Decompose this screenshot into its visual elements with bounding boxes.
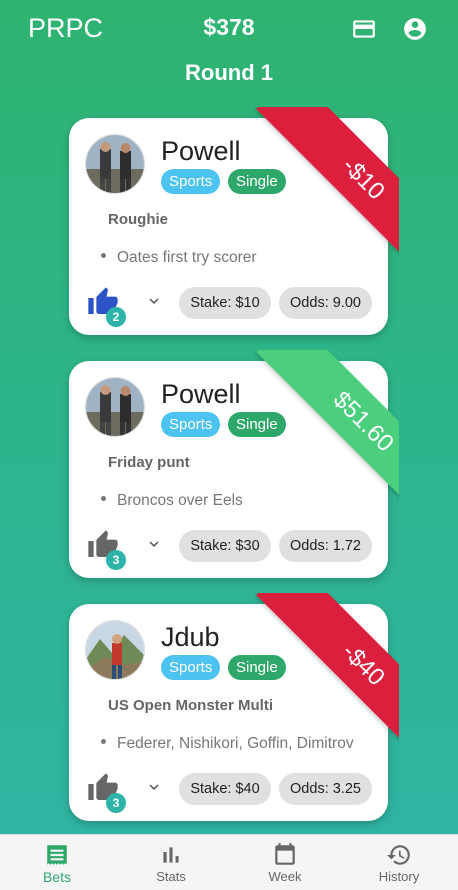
receipt-icon — [47, 845, 67, 865]
bet-card[interactable]: $51.60 Powell Sports Single Friday punt … — [69, 350, 399, 578]
credit-card-icon[interactable] — [351, 16, 377, 42]
stake-pill: Stake: $10 — [179, 287, 271, 319]
bet-title: Roughie — [108, 211, 168, 228]
chevron-down-icon[interactable] — [145, 535, 163, 553]
nav-label: Bets — [42, 869, 71, 885]
avatar — [85, 134, 145, 194]
player-name: Jdub — [161, 622, 220, 652]
chevron-down-icon[interactable] — [145, 778, 163, 796]
result-amount: -$10 — [256, 107, 399, 268]
bet-card[interactable]: -$40 Jdub Sports Single US Open Monster … — [69, 593, 399, 821]
category-chip: Sports — [161, 412, 221, 437]
result-ribbon: -$40 — [238, 593, 399, 754]
result-ribbon: $51.60 — [238, 350, 399, 511]
history-icon — [387, 845, 410, 865]
bet-title: Friday punt — [108, 454, 190, 471]
avatar — [85, 377, 145, 437]
bar-chart-icon — [163, 847, 179, 863]
odds-pill: Odds: 9.00 — [279, 287, 372, 319]
calendar-icon — [275, 843, 295, 865]
round-title: Round 1 — [185, 60, 273, 85]
category-chip: Sports — [161, 655, 221, 680]
nav-item-history[interactable]: History — [342, 835, 456, 890]
balance: $378 — [203, 14, 255, 40]
bet-selection: Broncos over Eels — [101, 492, 243, 510]
bet-selection-text: Broncos over Eels — [117, 492, 243, 509]
result-amount: -$40 — [256, 593, 399, 754]
result-ribbon: -$10 — [238, 107, 399, 268]
account-circle-icon[interactable] — [402, 16, 428, 42]
stake-pill: Stake: $40 — [179, 773, 271, 805]
bet-card[interactable]: -$10 Powell Sports Single Roughie Oates … — [69, 107, 399, 335]
avatar — [85, 620, 145, 680]
bet-selection: Oates first try scorer — [101, 249, 257, 267]
bottom-navigation: Bets Stats Week History — [0, 834, 458, 890]
odds-pill: Odds: 3.25 — [279, 773, 372, 805]
player-name: Powell — [161, 379, 241, 409]
nav-item-bets[interactable]: Bets — [0, 835, 114, 890]
top-bar: PRPC $378 — [0, 0, 458, 56]
nav-label: Stats — [156, 869, 186, 884]
odds-pill: Odds: 1.72 — [279, 530, 372, 562]
nav-label: History — [378, 869, 420, 884]
category-chip: Sports — [161, 169, 221, 194]
like-count-badge: 3 — [106, 793, 126, 813]
like-count-badge: 2 — [106, 307, 126, 327]
stake-pill: Stake: $30 — [179, 530, 271, 562]
chevron-down-icon[interactable] — [145, 292, 163, 310]
result-amount: $51.60 — [256, 350, 399, 511]
player-name: Powell — [161, 136, 241, 166]
nav-label: Week — [268, 869, 302, 884]
nav-item-stats[interactable]: Stats — [114, 835, 228, 890]
nav-item-week[interactable]: Week — [228, 835, 342, 890]
bet-selection-text: Oates first try scorer — [117, 249, 257, 266]
like-count-badge: 3 — [106, 550, 126, 570]
